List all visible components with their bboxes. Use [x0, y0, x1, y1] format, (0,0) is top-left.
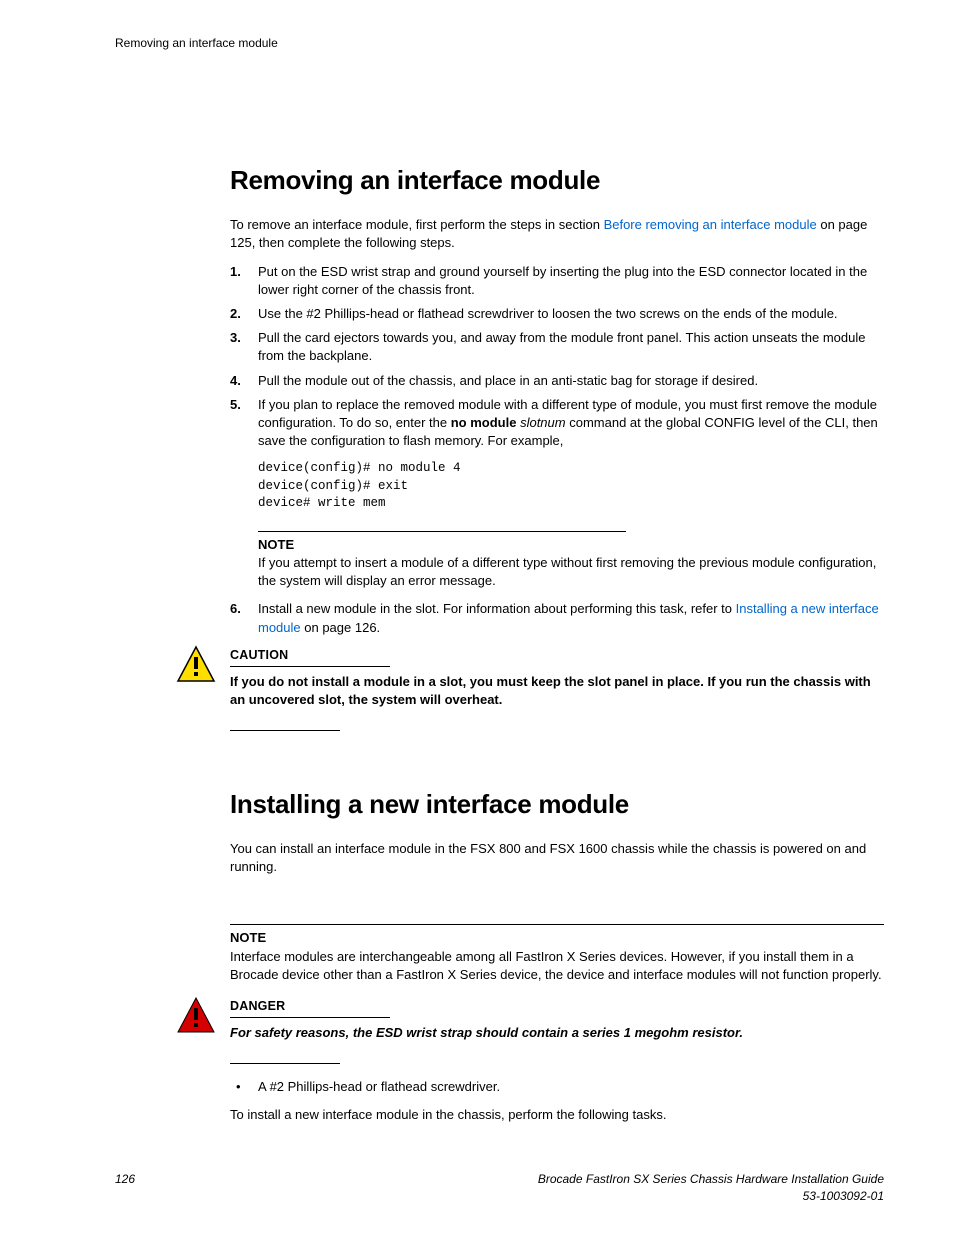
- caution-icon: [176, 645, 216, 683]
- link-before-removing[interactable]: Before removing an interface module: [604, 217, 817, 232]
- danger-icon: [176, 996, 216, 1034]
- note-top-rule: [258, 531, 626, 532]
- steps-list: 1.Put on the ESD wrist strap and ground …: [230, 263, 884, 451]
- step-3-text: Pull the card ejectors towards you, and …: [258, 330, 865, 363]
- section-title-installing: Installing a new interface module: [230, 786, 884, 822]
- step-1-text: Put on the ESD wrist strap and ground yo…: [258, 264, 867, 297]
- danger-text: For safety reasons, the ESD wrist strap …: [230, 1024, 884, 1042]
- step-5: 5. If you plan to replace the removed mo…: [230, 396, 884, 451]
- step-4-text: Pull the module out of the chassis, and …: [258, 373, 758, 388]
- step-6: 6. Install a new module in the slot. For…: [230, 600, 884, 636]
- caution-block: CAUTION If you do not install a module i…: [176, 647, 884, 710]
- note-body: If you attempt to insert a module of a d…: [258, 554, 884, 590]
- section-title-removing: Removing an interface module: [230, 162, 884, 198]
- step-5-bold: no module: [451, 415, 517, 430]
- footer-doc-id: 53-1003092-01: [115, 1188, 884, 1205]
- caution-text: If you do not install a module in a slot…: [230, 673, 884, 709]
- note2-top-rule: [230, 924, 884, 925]
- note-label: NOTE: [258, 536, 884, 554]
- tools-list: A #2 Phillips-head or flathead screwdriv…: [230, 1078, 884, 1096]
- step-3: 3.Pull the card ejectors towards you, an…: [230, 329, 884, 365]
- step-1: 1.Put on the ESD wrist strap and ground …: [230, 263, 884, 299]
- code-block: device(config)# no module 4 device(confi…: [258, 460, 884, 513]
- danger-underline: [230, 1017, 390, 1018]
- danger-label: DANGER: [230, 998, 884, 1016]
- tools-item: A #2 Phillips-head or flathead screwdriv…: [230, 1078, 884, 1096]
- intro-text-a: To remove an interface module, first per…: [230, 217, 604, 232]
- step-6-text-a: Install a new module in the slot. For in…: [258, 601, 736, 616]
- danger-block: DANGER For safety reasons, the ESD wrist…: [176, 998, 884, 1043]
- page-footer: 126 Brocade FastIron SX Series Chassis H…: [115, 1171, 884, 1205]
- intro-paragraph: To remove an interface module, first per…: [230, 216, 884, 252]
- step-2: 2.Use the #2 Phillips-head or flathead s…: [230, 305, 884, 323]
- footer-guide-title: Brocade FastIron SX Series Chassis Hardw…: [115, 1171, 884, 1188]
- step-4: 4.Pull the module out of the chassis, an…: [230, 372, 884, 390]
- section2-intro: You can install an interface module in t…: [230, 840, 884, 876]
- caution-label: CAUTION: [230, 647, 884, 665]
- note2-label: NOTE: [230, 929, 884, 947]
- section2-tail: To install a new interface module in the…: [230, 1106, 884, 1124]
- running-header: Removing an interface module: [115, 35, 884, 52]
- step-6-text-b: on page 126.: [301, 620, 381, 635]
- caution-underline: [230, 666, 390, 667]
- step-2-text: Use the #2 Phillips-head or flathead scr…: [258, 306, 838, 321]
- note2-body: Interface modules are interchangeable am…: [230, 948, 884, 984]
- step-5-ital: slotnum: [520, 415, 566, 430]
- page-number: 126: [115, 1171, 135, 1188]
- steps-list-cont: 6. Install a new module in the slot. For…: [230, 600, 884, 636]
